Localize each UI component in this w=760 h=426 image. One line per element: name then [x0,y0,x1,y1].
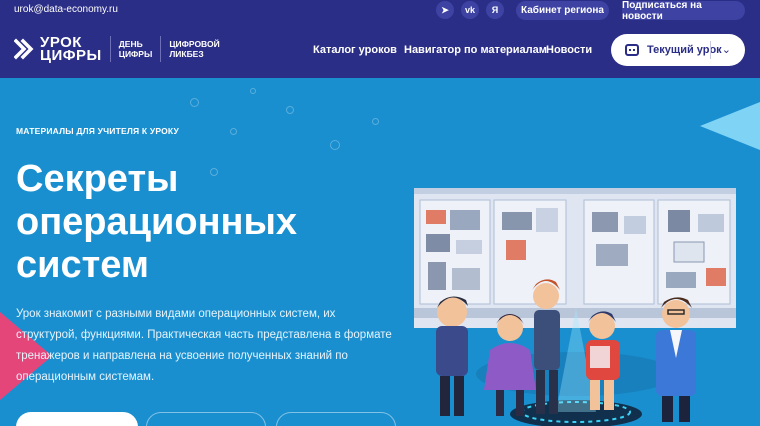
decor-circle [330,140,340,150]
robot-icon [625,44,639,56]
tertiary-action-button[interactable] [276,412,396,426]
logo-wordmark: УРОК ЦИФРЫ [40,35,102,64]
nav-catalog-link[interactable]: Каталог уроков [313,44,397,56]
kids-computer-illustration [414,188,736,426]
logo-digital-literacy: ЦИФРОВОЙ ЛИКБЕЗ [169,39,219,59]
logo-divider-2 [160,36,162,62]
decor-circle [286,106,294,114]
subscribe-news-button[interactable]: Подписаться на новости [622,0,745,22]
site-logo[interactable]: УРОК ЦИФРЫ ДЕНЬ ЦИФРЫ ЦИФРОВОЙ ЛИКБЕЗ [14,35,220,64]
logo-day-of-digit: ДЕНЬ ЦИФРЫ [119,39,153,59]
logo-sub2-line2: ЛИКБЕЗ [169,49,204,59]
hero-eyebrow: МАТЕРИАЛЫ ДЛЯ УЧИТЕЛЯ К УРОКУ [16,126,179,136]
current-lesson-button[interactable]: Текущий урок ⌄ [611,34,745,66]
logo-line2: ЦИФРЫ [40,47,102,64]
decor-circle [250,88,256,94]
yandex-icon[interactable]: Я [486,1,504,19]
main-navigation: УРОК ЦИФРЫ ДЕНЬ ЦИФРЫ ЦИФРОВОЙ ЛИКБЕЗ Ка… [0,22,760,78]
logo-mark-icon [14,38,34,60]
decor-circle [190,98,199,107]
contact-email[interactable]: urok@data-economy.ru [14,4,118,15]
secondary-action-button[interactable] [146,412,266,426]
chevron-down-icon[interactable]: ⌄ [722,43,731,56]
logo-sub2-line1: ЦИФРОВОЙ [169,39,220,49]
hero-description: Урок знакомит с разными видами операцион… [16,308,392,383]
nav-navigator-link[interactable]: Навигатор по материалам [404,44,547,56]
hero-title-line2: операционных [16,201,298,243]
decor-triangle-right [700,102,760,150]
nav-news-link[interactable]: Новости [546,44,592,56]
hero-title-line3: систем [16,244,149,286]
primary-action-button[interactable] [16,412,138,426]
hero-section: МАТЕРИАЛЫ ДЛЯ УЧИТЕЛЯ К УРОКУ Секреты оп… [0,78,760,426]
hero-title-line1: Секреты [16,158,179,200]
decor-circle [230,128,237,135]
region-cabinet-button[interactable]: Кабинет региона [516,1,609,20]
top-bar: urok@data-economy.ru ➤ vk Я Кабинет реги… [0,0,760,22]
logo-sub1-line2: ЦИФРЫ [118,49,153,59]
vk-icon[interactable]: vk [461,1,479,19]
hero-title: Секреты операционных систем [16,158,297,287]
logo-sub1-line1: ДЕНЬ [118,39,143,49]
logo-divider [109,36,111,62]
dropdown-divider [710,41,711,59]
telegram-icon[interactable]: ➤ [436,1,454,19]
decor-circle [372,118,379,125]
